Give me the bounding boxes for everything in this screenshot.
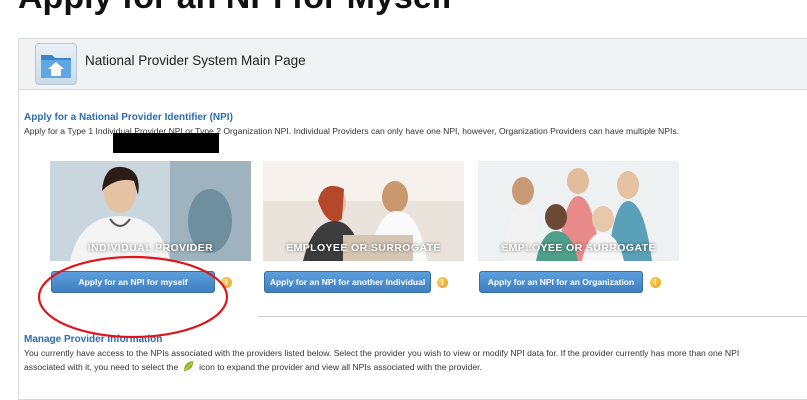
page-title: National Provider System Main Page <box>85 53 306 68</box>
expand-leaf-icon <box>183 361 193 371</box>
card-caption: EMPLOYEE OR SURROGATE <box>501 242 656 254</box>
manage-description-line2: associated with it, you need to select t… <box>24 361 482 372</box>
section-divider <box>258 316 807 317</box>
employee-surrogate-organization-card: EMPLOYEE OR SURROGATE <box>478 161 679 261</box>
home-folder-icon[interactable] <box>35 43 77 85</box>
manage-section-title: Manage Provider Information <box>24 334 163 345</box>
info-icon[interactable]: i <box>437 277 448 288</box>
info-icon[interactable]: i <box>650 277 661 288</box>
apply-npi-another-individual-button[interactable]: Apply for an NPI for another Individual <box>264 271 431 293</box>
individual-provider-card: INDIVIDUAL PROVIDER <box>50 161 251 261</box>
employee-surrogate-individual-card: EMPLOYEE OR SURROGATE <box>263 161 464 261</box>
card-caption: INDIVIDUAL PROVIDER <box>87 242 214 254</box>
page-header: National Provider System Main Page <box>19 39 807 90</box>
redaction-box <box>113 133 219 153</box>
apply-npi-myself-button[interactable]: Apply for an NPI for myself <box>51 271 215 293</box>
manage-description-line1: You currently have access to the NPIs as… <box>24 348 740 358</box>
apply-npi-organization-button[interactable]: Apply for an NPI for an Organization <box>479 271 643 293</box>
card-caption: EMPLOYEE OR SURROGATE <box>286 242 441 254</box>
info-icon[interactable]: i <box>221 277 232 288</box>
apply-section-title: Apply for a National Provider Identifier… <box>24 112 233 123</box>
cropped-heading: Apply for an NPI for Myself <box>0 0 807 16</box>
